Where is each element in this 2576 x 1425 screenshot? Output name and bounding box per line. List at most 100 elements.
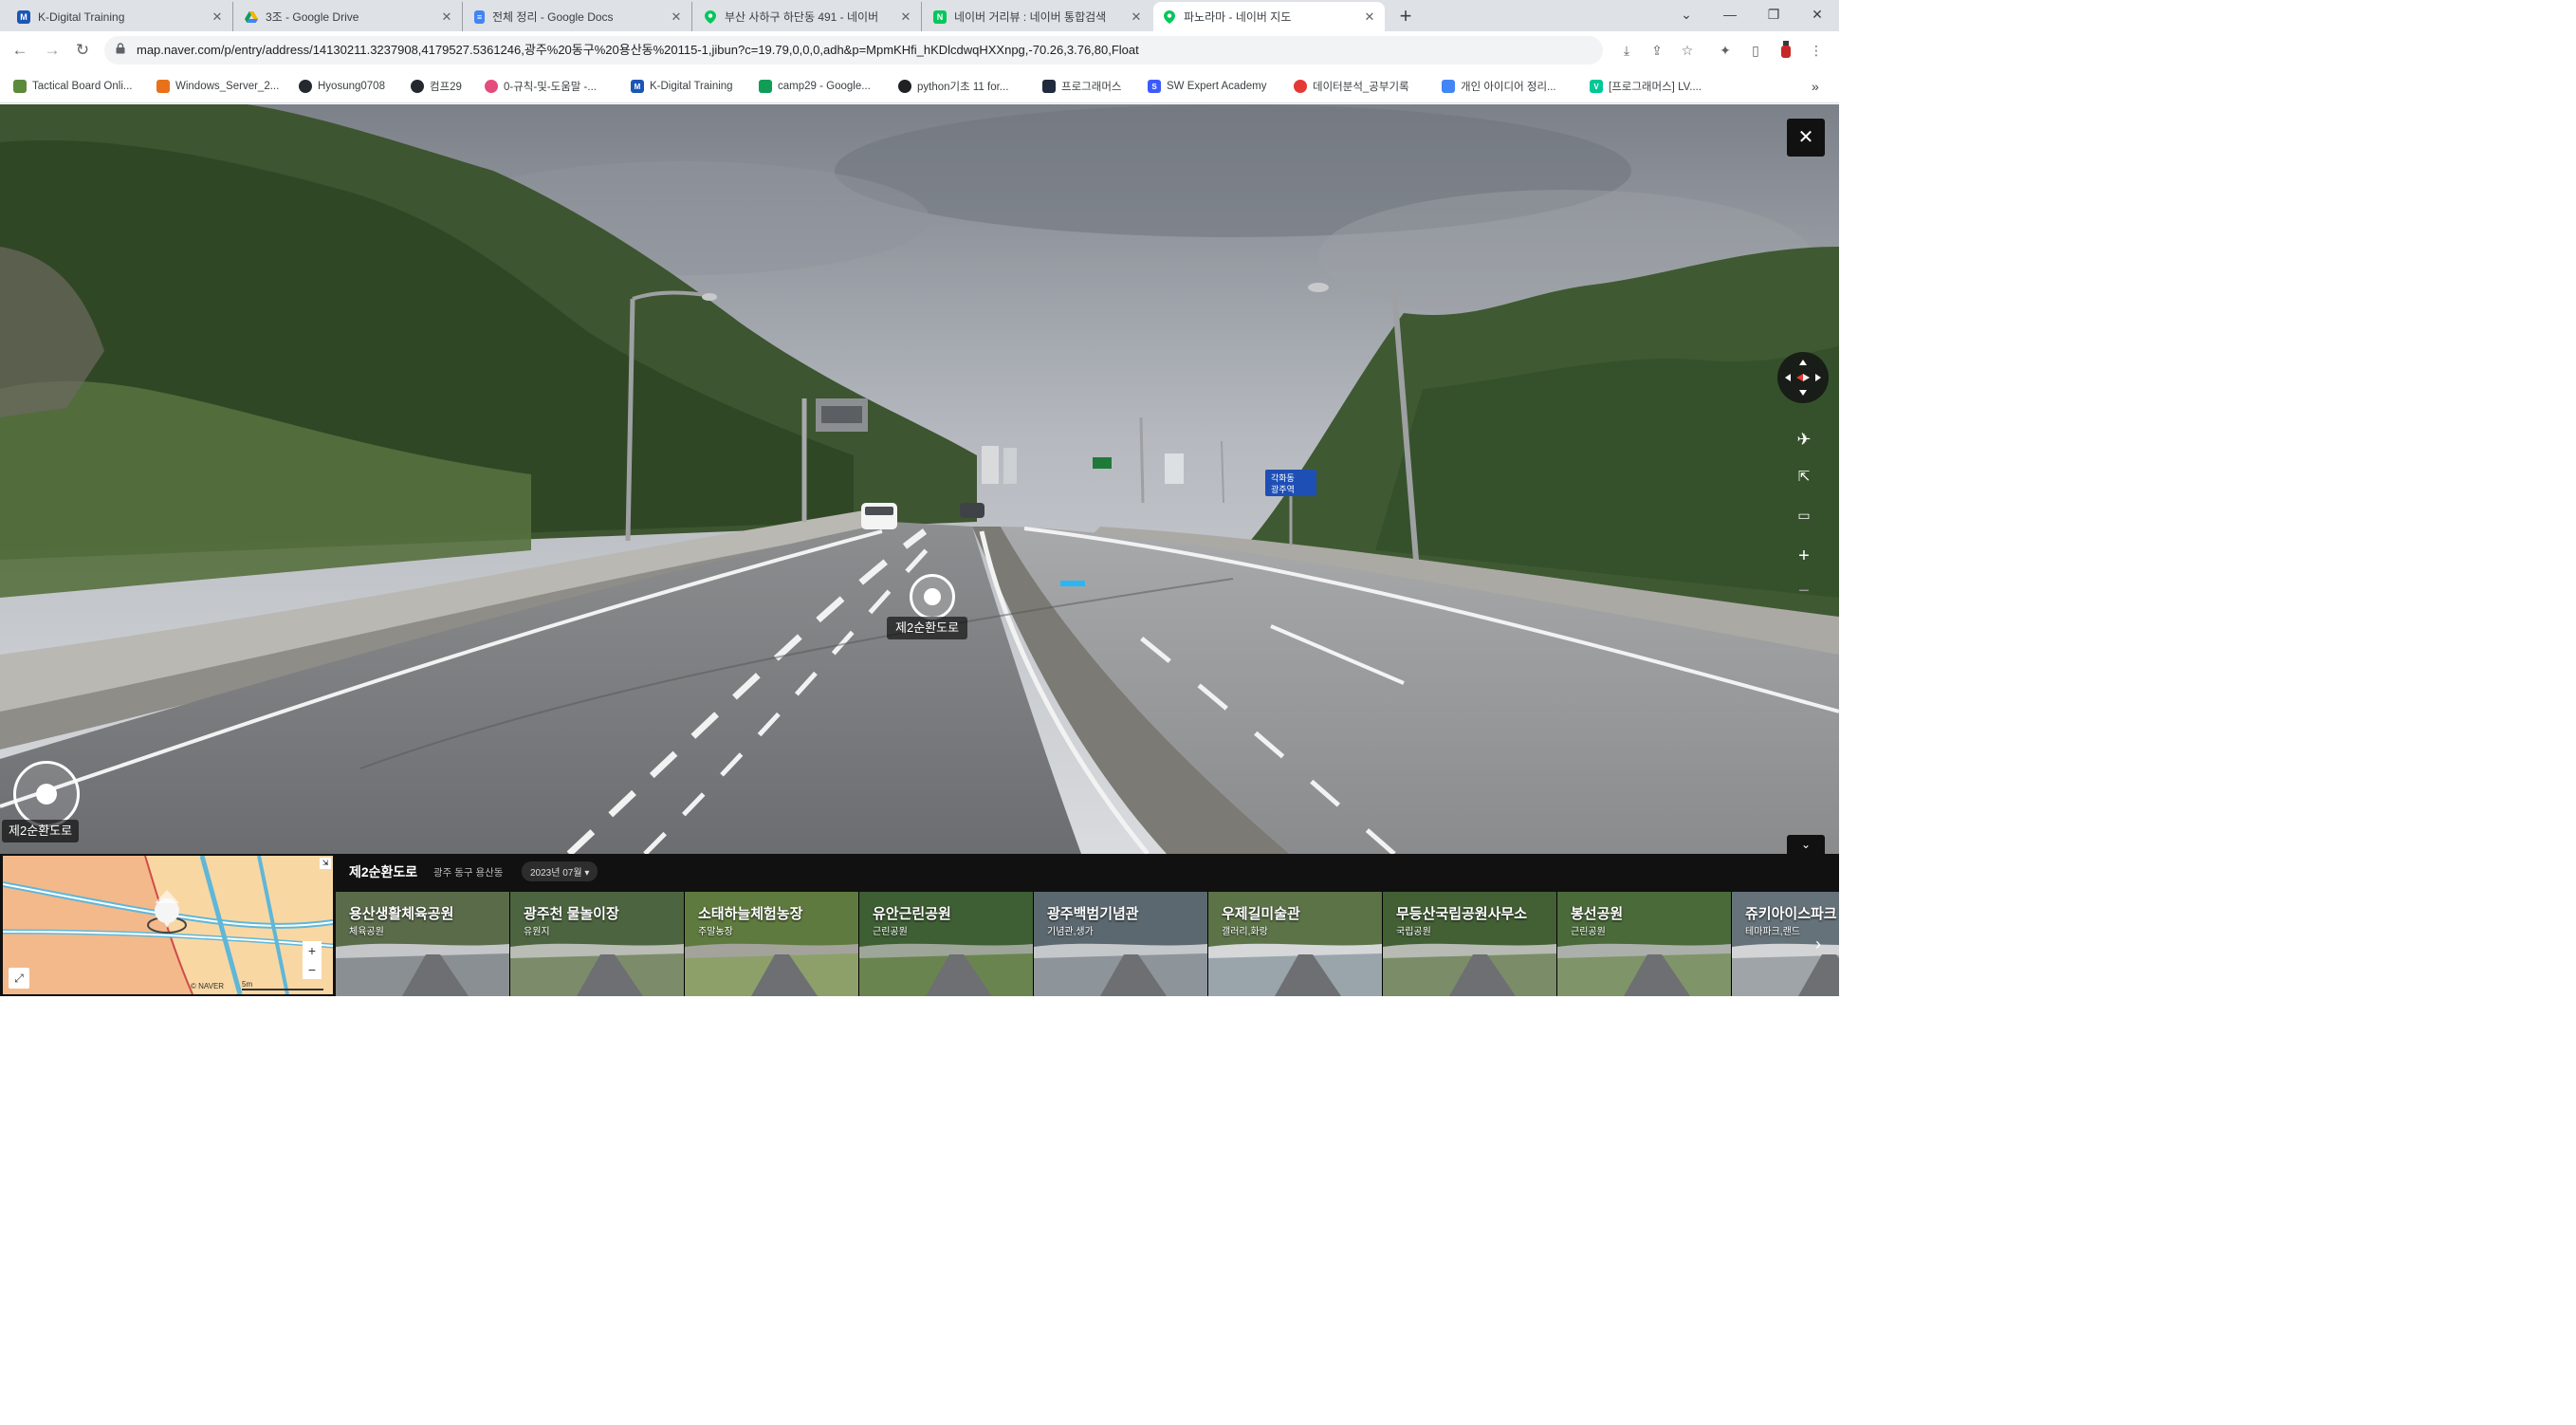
capture-date-dropdown[interactable]: 2023년 07월 ▾	[522, 861, 598, 881]
map-zoom-out-button[interactable]: −	[303, 960, 322, 979]
minimap-image[interactable]	[3, 856, 333, 994]
notion-icon	[898, 80, 911, 93]
bookmark-item[interactable]: V [프로그래머스] LV....	[1590, 78, 1702, 95]
bookmark-item[interactable]: Hyosung0708	[299, 78, 385, 95]
street-panorama-image[interactable]: 각화동 광주역	[0, 104, 1839, 854]
extensions-icon[interactable]: ✦	[1716, 41, 1735, 60]
next-places-arrow[interactable]: ›	[1804, 930, 1832, 958]
close-tab-icon[interactable]: ✕	[669, 9, 684, 25]
tab-google-docs[interactable]: ≡ 전체 정리 - Google Docs ✕	[465, 2, 692, 31]
bookmark-item[interactable]: 개인 아이디어 정리...	[1442, 78, 1556, 95]
bookmark-item[interactable]: camp29 - Google...	[759, 78, 871, 95]
close-panorama-button[interactable]: ✕	[1787, 119, 1825, 157]
k-digital-icon: M	[17, 9, 30, 24]
close-tab-icon[interactable]: ✕	[1129, 9, 1144, 25]
programmers-icon	[1042, 80, 1056, 93]
place-thumbnail[interactable]: 광주천 물놀이장 유원지	[510, 892, 685, 996]
google-sheets-icon	[759, 80, 772, 93]
minimize-button[interactable]: —	[1708, 0, 1752, 31]
report-icon[interactable]: ▭	[1787, 498, 1821, 532]
profile-avatar[interactable]	[1776, 41, 1795, 60]
place-thumbnail[interactable]: 소태하늘체험농장 주말농장	[685, 892, 859, 996]
sign-text-2: 광주역	[1271, 484, 1295, 495]
reload-button[interactable]: ↻	[70, 38, 95, 63]
tab-title: K-Digital Training	[38, 9, 125, 24]
tab-strip: M K-Digital Training ✕ 3조 - Google Drive…	[0, 0, 1839, 31]
restore-button[interactable]: ❐	[1752, 0, 1795, 31]
bookmark-favicon-icon	[13, 80, 27, 93]
aerial-view-icon[interactable]: ✈	[1787, 422, 1821, 456]
bookmark-item[interactable]: python기초 11 for...	[898, 78, 1008, 95]
address-bar[interactable]: map.naver.com/p/entry/address/14130211.3…	[104, 36, 1603, 65]
map-zoom-in-button[interactable]: +	[303, 941, 322, 960]
naver-map-icon	[1163, 9, 1176, 24]
close-tab-icon[interactable]: ✕	[439, 9, 454, 25]
place-thumbnail[interactable]: 용산생활체육공원 체육공원	[336, 892, 510, 996]
tab-search-icon[interactable]: ⌄	[1665, 0, 1708, 31]
tab-title: 전체 정리 - Google Docs	[492, 10, 614, 24]
tab-naver-map-busan[interactable]: 부산 사하구 하단동 491 - 네이버 ✕	[694, 2, 922, 31]
fullscreen-map-icon[interactable]: ⤢	[9, 968, 29, 989]
map-scale: 5m	[242, 980, 323, 990]
bookmark-label: 0-규칙-및-도움말 -...	[504, 82, 597, 93]
tab-panorama-active[interactable]: 파노라마 - 네이버 지도 ✕	[1153, 2, 1385, 31]
map-collapse-icon[interactable]: ⇲	[320, 858, 331, 869]
google-drive-icon	[245, 10, 258, 24]
tab-google-drive[interactable]: 3조 - Google Drive ✕	[235, 2, 463, 31]
bookmark-item[interactable]: M K-Digital Training	[631, 78, 733, 95]
panorama-view[interactable]: 각화동 광주역 제2순환도로 제2순환도로 ✕ ✈ ⇱ ▭ + −	[0, 104, 1839, 854]
forward-button[interactable]: →	[40, 38, 64, 63]
side-panel-icon[interactable]: ▯	[1746, 41, 1765, 60]
close-tab-icon[interactable]: ✕	[1362, 9, 1377, 25]
bookmark-item[interactable]: S SW Expert Academy	[1148, 78, 1266, 95]
place-thumbnail[interactable]: 광주백범기념관 기념관,생가	[1034, 892, 1208, 996]
place-thumbnail[interactable]: 봉선공원 근린공원	[1557, 892, 1732, 996]
slack-icon	[485, 80, 498, 93]
corner-position-marker[interactable]	[13, 761, 80, 827]
zoom-in-button[interactable]: +	[1787, 539, 1821, 573]
github-icon	[299, 80, 312, 93]
zoom-out-button[interactable]: −	[1787, 574, 1821, 608]
marker-dot	[924, 588, 941, 605]
tab-title: 3조 - Google Drive	[266, 10, 359, 24]
naver-icon: N	[933, 9, 947, 24]
back-button[interactable]: ←	[8, 38, 32, 63]
close-window-button[interactable]: ✕	[1795, 0, 1839, 31]
compass-control[interactable]	[1777, 352, 1829, 403]
tab-title: 네이버 거리뷰 : 네이버 통합검색	[954, 10, 1107, 24]
place-thumbnail[interactable]: 무등산국립공원사무소 국립공원	[1383, 892, 1557, 996]
install-app-icon[interactable]: ⤓	[1617, 41, 1636, 60]
share-icon[interactable]: ⇱	[1787, 460, 1821, 494]
share-icon[interactable]: ⇪	[1647, 41, 1666, 60]
lock-icon[interactable]	[116, 43, 125, 54]
bookmark-label: 프로그래머스	[1061, 82, 1122, 93]
bookmark-label: Tactical Board Onli...	[32, 81, 133, 92]
menu-kebab-icon[interactable]: ⋮	[1807, 41, 1826, 60]
bookmark-item[interactable]: 데이터분석_공부기록	[1294, 78, 1409, 95]
bookmarks-bar: Tactical Board Onli... Windows_Server_2.…	[0, 69, 1839, 103]
close-tab-icon[interactable]: ✕	[210, 9, 225, 25]
collapse-panel-button[interactable]: ⌄	[1787, 835, 1825, 854]
bookmark-item[interactable]: 컴프29	[411, 78, 462, 95]
new-tab-button[interactable]: +	[1392, 3, 1419, 29]
place-category: 유원지	[524, 927, 550, 937]
bookmark-item[interactable]: Windows_Server_2...	[156, 78, 279, 95]
more-bookmarks-icon[interactable]: »	[1812, 78, 1819, 95]
bookmark-star-icon[interactable]: ☆	[1678, 41, 1697, 60]
place-thumbnail[interactable]: 우제길미술관 갤러리,화랑	[1208, 892, 1383, 996]
url-text[interactable]: map.naver.com/p/entry/address/14130211.3…	[137, 36, 1139, 65]
bookmark-item[interactable]: 프로그래머스	[1042, 78, 1121, 95]
road-position-marker[interactable]	[910, 574, 955, 620]
tab-naver-search[interactable]: N 네이버 거리뷰 : 네이버 통합검색 ✕	[924, 2, 1151, 31]
bookmark-label: 데이터분석_공부기록	[1313, 82, 1409, 93]
minimap[interactable]: ⤢ + − ⇲ © NAVER 5m	[3, 856, 333, 994]
sign-text-1: 각화동	[1271, 472, 1295, 484]
tab-k-digital[interactable]: M K-Digital Training ✕	[8, 2, 233, 31]
close-tab-icon[interactable]: ✕	[898, 9, 913, 25]
bookmark-item[interactable]: Tactical Board Onli...	[13, 78, 132, 95]
place-thumbnail[interactable]: 유안근린공원 근린공원	[859, 892, 1034, 996]
bookmark-item[interactable]: 0-규칙-및-도움말 -...	[485, 78, 597, 95]
place-name: 광주백범기념관	[1047, 906, 1139, 922]
road-label[interactable]: 제2순환도로	[887, 617, 968, 639]
corner-road-label[interactable]: 제2순환도로	[2, 820, 80, 842]
